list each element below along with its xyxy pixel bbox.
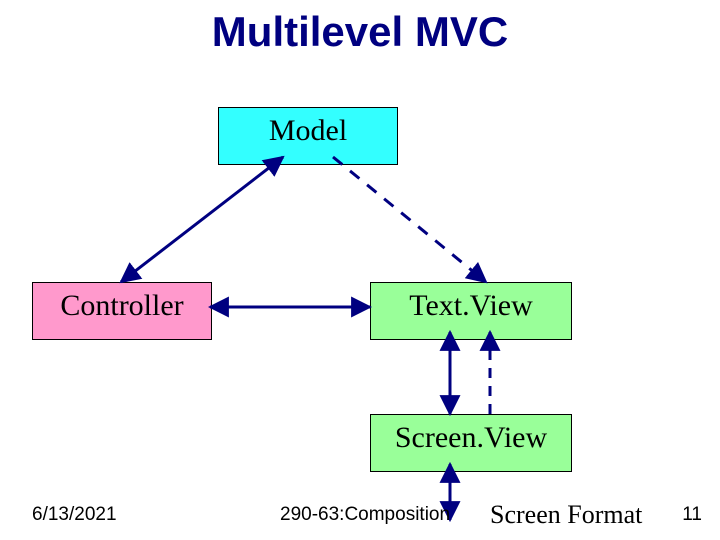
footer-course: 290-63:Composition [280, 504, 450, 526]
footer-page: 11 [682, 504, 702, 526]
node-screenview: Screen.View [370, 414, 572, 472]
connectors [0, 0, 720, 540]
node-model-label: Model [269, 114, 347, 147]
slide-title: Multilevel MVC [0, 8, 720, 56]
node-textview: Text.View [370, 282, 572, 340]
footer-caption: Screen Format [490, 500, 642, 530]
node-model: Model [218, 107, 398, 165]
node-controller: Controller [32, 282, 212, 340]
node-screenview-label: Screen.View [395, 421, 547, 454]
edge-controller-model [121, 157, 283, 282]
node-textview-label: Text.View [409, 289, 533, 322]
edge-model-textview [333, 157, 486, 282]
footer-date: 6/13/2021 [32, 504, 117, 526]
slide: Multilevel MVC Model Controller Text.Vie… [0, 0, 720, 540]
node-controller-label: Controller [60, 289, 183, 322]
